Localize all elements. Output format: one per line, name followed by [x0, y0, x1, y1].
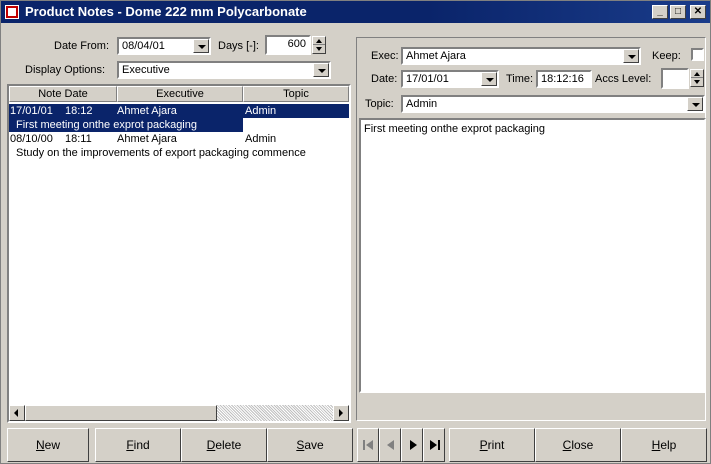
help-button[interactable]: Help — [621, 428, 707, 462]
time-label: Time: — [506, 73, 534, 85]
date-from-dropdown-icon[interactable] — [193, 39, 209, 53]
scroll-left-icon[interactable] — [9, 405, 25, 421]
note-row-2-text[interactable]: Study on the improvements of export pack… — [9, 146, 349, 160]
note-topic: Admin — [245, 133, 277, 145]
scroll-right-icon[interactable] — [333, 405, 349, 421]
close-button-label: lose — [571, 438, 594, 452]
date-label: Date: — [371, 73, 398, 85]
new-button-label: ew — [44, 438, 60, 452]
date-from-label: Date From: — [54, 40, 110, 52]
next-record-icon[interactable] — [401, 428, 423, 462]
topic-select[interactable]: Admin — [401, 95, 705, 113]
scroll-thumb[interactable] — [25, 405, 217, 421]
print-button[interactable]: Print — [449, 428, 535, 462]
keep-label: Keep: — [652, 50, 681, 62]
product-notes-window: Product Notes - Dome 222 mm Polycarbonat… — [0, 0, 711, 464]
exec-select[interactable]: Ahmet Ajara — [401, 47, 641, 65]
days-field[interactable]: 600 — [265, 35, 311, 55]
days-spinner-icon[interactable] — [312, 36, 326, 54]
accs-level-field[interactable] — [661, 68, 689, 89]
note-date: 08/10/00 — [10, 133, 53, 145]
save-button-label: ave — [304, 438, 324, 452]
note-text-editor[interactable]: First meeting onthe exprot packaging — [359, 118, 706, 393]
topic-value: Admin — [406, 98, 438, 110]
save-button[interactable]: Save — [267, 428, 353, 462]
display-options-label: Display Options: — [25, 64, 106, 76]
note-text: Study on the improvements of export pack… — [16, 147, 306, 159]
list-horizontal-scrollbar[interactable] — [9, 405, 349, 421]
display-options-dropdown-icon[interactable] — [313, 63, 329, 77]
date-from-value: 08/04/01 — [122, 40, 165, 52]
find-button[interactable]: Find — [95, 428, 181, 462]
maximize-button[interactable]: □ — [670, 5, 686, 19]
date-select[interactable]: 17/01/01 — [401, 70, 499, 88]
previous-record-icon[interactable] — [379, 428, 401, 462]
days-value: 600 — [287, 38, 306, 50]
note-executive: Ahmet Ajara — [117, 105, 177, 117]
note-text: First meeting onthe exprot packaging — [9, 118, 243, 132]
time-field[interactable]: 18:12:16 — [536, 70, 592, 88]
delete-button-label: elete — [215, 438, 242, 452]
column-header-note-date[interactable]: Note Date — [9, 86, 117, 102]
note-time: 18:11 — [65, 133, 92, 145]
time-value: 18:12:16 — [541, 73, 584, 85]
exec-dropdown-icon[interactable] — [623, 49, 639, 63]
accs-level-spinner-icon[interactable] — [690, 69, 704, 87]
exec-value: Ahmet Ajara — [406, 50, 466, 62]
delete-button[interactable]: Delete — [181, 428, 267, 462]
new-button[interactable]: New — [7, 428, 89, 462]
scroll-track[interactable] — [217, 405, 333, 421]
note-row-1-text[interactable]: First meeting onthe exprot packaging — [9, 118, 243, 132]
first-record-icon[interactable] — [357, 428, 379, 462]
exec-label: Exec: — [371, 50, 399, 62]
date-value: 17/01/01 — [406, 73, 449, 85]
close-button[interactable]: Close — [535, 428, 621, 462]
delete-accelerator: D — [206, 438, 216, 452]
find-accelerator: F — [126, 438, 134, 452]
days-label: Days [-]: — [218, 40, 259, 52]
accs-level-label: Accs Level: — [595, 73, 652, 85]
find-button-label: ind — [133, 438, 150, 452]
note-executive: Ahmet Ajara — [117, 133, 177, 145]
last-record-icon[interactable] — [423, 428, 445, 462]
help-button-label: elp — [660, 438, 677, 452]
date-from-field[interactable]: 08/04/01 — [117, 37, 211, 55]
note-date: 17/01/01 — [10, 105, 53, 117]
topic-label: Topic: — [365, 98, 394, 110]
topic-dropdown-icon[interactable] — [687, 97, 703, 111]
note-row-2-header[interactable]: 08/10/00 18:11 Ahmet Ajara Admin — [9, 132, 349, 146]
print-button-label: rint — [487, 438, 505, 452]
title-bar[interactable]: Product Notes - Dome 222 mm Polycarbonat… — [1, 1, 710, 23]
notes-list[interactable]: Note Date Executive Topic 17/01/01 18:12… — [7, 84, 351, 423]
window-title: Product Notes - Dome 222 mm Polycarbonat… — [25, 4, 307, 19]
keep-checkbox[interactable] — [691, 48, 704, 61]
close-window-button[interactable]: ✕ — [690, 5, 706, 19]
note-topic: Admin — [245, 105, 277, 117]
print-accelerator: P — [479, 438, 488, 452]
note-time: 18:12 — [65, 105, 93, 117]
column-header-executive[interactable]: Executive — [117, 86, 243, 102]
display-options-value: Executive — [122, 64, 170, 76]
column-header-topic[interactable]: Topic — [243, 86, 349, 102]
date-dropdown-icon[interactable] — [481, 72, 497, 86]
note-row-1-header[interactable]: 17/01/01 18:12 Ahmet Ajara Admin — [9, 104, 349, 118]
notes-app-icon[interactable] — [5, 5, 19, 19]
minimize-button[interactable]: _ — [652, 5, 668, 19]
new-accelerator: N — [35, 438, 45, 452]
display-options-select[interactable]: Executive — [117, 61, 331, 79]
